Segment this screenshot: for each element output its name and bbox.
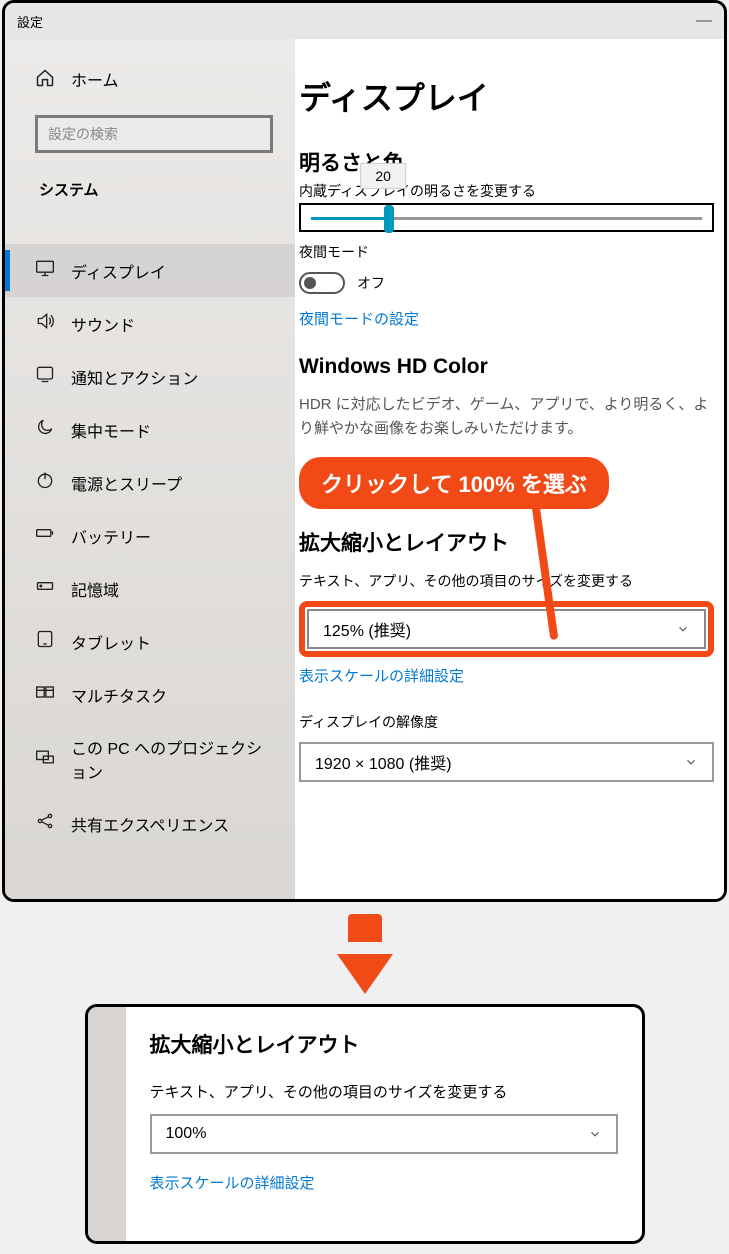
sidebar-item-battery[interactable]: バッテリー [5,509,295,562]
battery-icon [35,523,55,548]
callout-text: クリックして 100% を選ぶ [321,472,587,497]
category-label: システム [35,179,273,200]
sidebar-item-label: マルチタスク [71,683,167,707]
settings-window: 設定 — ホーム 設定の検索 システム ディス [2,0,727,902]
sidebar-item-label: 共有エクスペリエンス [71,812,229,836]
window-controls: — [696,12,712,30]
brightness-slider[interactable]: 20 [299,203,714,232]
sound-icon [35,311,55,336]
night-mode-toggle[interactable] [299,272,345,294]
annotation-callout: クリックして 100% を選ぶ [299,457,609,509]
scale-label: テキスト、アプリ、その他の項目のサイズを変更する [299,571,714,591]
multitask-icon [35,682,55,707]
brightness-label: 内蔵ディスプレイの明るさを変更する [299,181,536,201]
storage-icon [35,576,55,601]
night-mode-state: オフ [357,273,385,293]
sidebar-item-label: サウンド [71,312,135,336]
sidebar-item-label: タブレット [71,630,151,654]
search-placeholder: 設定の検索 [48,124,118,144]
home-label: ホーム [71,67,119,91]
chevron-down-icon [676,622,690,636]
result-scale-link[interactable]: 表示スケールの詳細設定 [150,1172,315,1193]
home-icon [35,68,55,91]
titlebar: 設定 — [5,3,724,39]
sidebar-item-label: 集中モード [71,418,151,442]
result-panel: 拡大縮小とレイアウト テキスト、アプリ、その他の項目のサイズを変更する 100%… [85,1004,645,1244]
sidebar-item-label: ディスプレイ [71,259,166,283]
result-scale-value: 100% [166,1125,207,1143]
sidebar-item-focus[interactable]: 集中モード [5,403,295,456]
search-input[interactable]: 設定の検索 [35,115,273,153]
sidebar-item-label: バッテリー [71,524,151,548]
window-title: 設定 [17,12,43,31]
result-scale-label: テキスト、アプリ、その他の項目のサイズを変更する [150,1081,618,1102]
night-mode-settings-link[interactable]: 夜間モードの設定 [299,308,714,329]
power-icon [35,470,55,495]
sidebar: ホーム 設定の検索 システム ディスプレイ サウンド 通知とアクシ [5,39,295,899]
section-hdr: Windows HD Color [299,355,714,379]
moon-icon [35,417,55,442]
page-title: ディスプレイ [299,73,714,119]
chevron-down-icon [588,1127,602,1141]
home-link[interactable]: ホーム [35,67,273,91]
result-sidebar-sliver [88,1007,126,1241]
sidebar-item-multitask[interactable]: マルチタスク [5,668,295,721]
project-icon [35,747,55,772]
sidebar-item-label: 記憶域 [71,577,119,601]
chevron-down-icon [684,755,698,769]
scale-value: 125% (推奨) [323,617,411,641]
sidebar-item-tablet[interactable]: タブレット [5,615,295,668]
sidebar-item-sound[interactable]: サウンド [5,297,295,350]
minimize-icon[interactable]: — [696,12,712,30]
sidebar-item-label: 電源とスリープ [71,471,182,495]
sidebar-nav: ディスプレイ サウンド 通知とアクション 集中モード 電源とスリープ [5,244,295,850]
sidebar-item-label: 通知とアクション [71,365,198,389]
sidebar-item-projection[interactable]: この PC へのプロジェクション [5,721,295,797]
tablet-icon [35,629,55,654]
sidebar-item-storage[interactable]: 記憶域 [5,562,295,615]
result-section: 拡大縮小とレイアウト [150,1029,618,1059]
notify-icon [35,364,55,389]
sidebar-item-label: この PC へのプロジェクション [71,735,273,783]
result-scale-select[interactable]: 100% [150,1114,618,1154]
resolution-value: 1920 × 1080 (推奨) [315,750,452,774]
hdr-description: HDR に対応したビデオ、ゲーム、アプリで、より明るく、より鮮やかな画像をお楽し… [299,393,714,441]
night-mode-label: 夜間モード [299,242,714,262]
resolution-label: ディスプレイの解像度 [299,712,714,732]
sidebar-item-power[interactable]: 電源とスリープ [5,456,295,509]
resolution-select[interactable]: 1920 × 1080 (推奨) [299,742,714,782]
sidebar-item-display[interactable]: ディスプレイ [5,244,295,297]
sidebar-item-shared[interactable]: 共有エクスペリエンス [5,797,295,850]
section-scale: 拡大縮小とレイアウト [299,527,714,557]
scale-select-highlight: 125% (推奨) [299,601,714,657]
scale-advanced-link[interactable]: 表示スケールの詳細設定 [299,665,714,686]
scale-select[interactable]: 125% (推奨) [307,609,706,649]
sidebar-item-notifications[interactable]: 通知とアクション [5,350,295,403]
monitor-icon [35,258,55,283]
content-area: ディスプレイ 明るさと色 内蔵ディスプレイの明るさを変更する 20 夜間モード [295,39,724,899]
share-icon [35,811,55,836]
brightness-value: 20 [360,163,406,189]
arrow-annotation [0,914,729,994]
